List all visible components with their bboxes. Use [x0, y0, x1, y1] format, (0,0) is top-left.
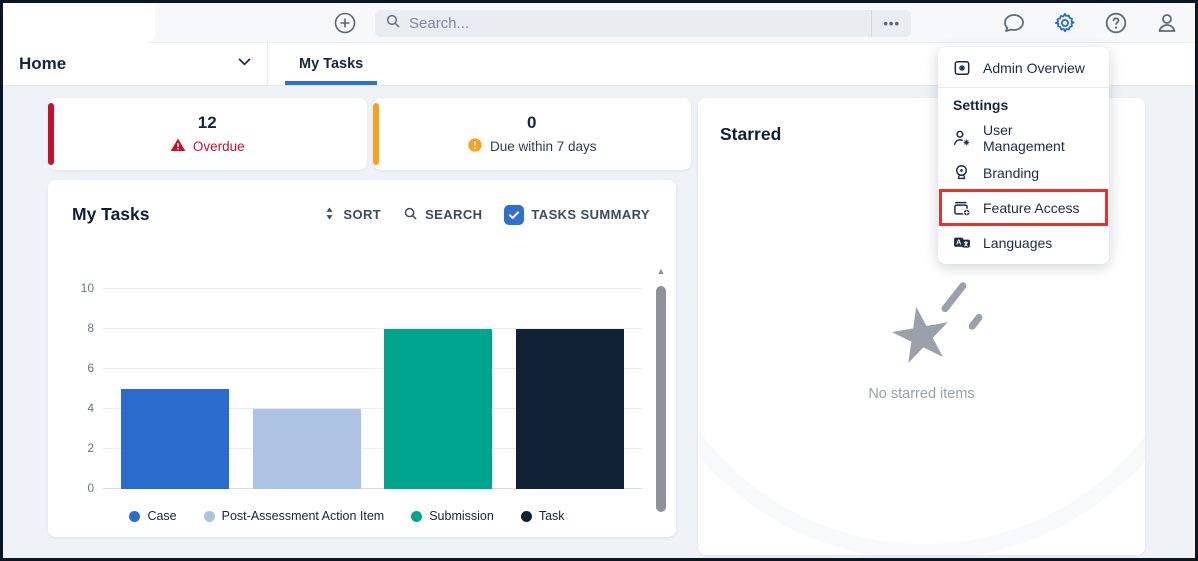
menu-item-branding[interactable]: Branding [938, 155, 1109, 190]
y-tick-label: 0 [87, 481, 94, 495]
tasks-summary-label: TASKS SUMMARY [531, 207, 650, 222]
due-soon-card[interactable]: 0 Due within 7 days [372, 98, 691, 170]
menu-item-label: Admin Overview [983, 59, 1085, 76]
plus-circle-icon [333, 12, 357, 39]
app-window: ••• [0, 0, 1198, 561]
legend-item: Case [129, 509, 177, 523]
home-dropdown[interactable]: Home [3, 43, 267, 85]
tasks-summary-toggle[interactable]: TASKS SUMMARY [504, 204, 650, 225]
nav-divider [267, 43, 268, 85]
y-tick-label: 10 [80, 281, 94, 295]
search-bar[interactable]: ••• [375, 10, 911, 37]
chart-y-axis: 0 2 4 6 8 10 [60, 281, 94, 495]
user-account-icon[interactable] [1155, 11, 1179, 35]
shooting-star-icon: ★ [882, 280, 985, 381]
scroll-up-arrow[interactable]: ▲ [655, 266, 667, 276]
top-bar: ••• [3, 3, 1195, 43]
search-icon [385, 13, 401, 34]
starred-empty-state: ★ No starred items [698, 280, 1145, 402]
tab-label: My Tasks [299, 56, 364, 72]
help-icon[interactable] [1104, 11, 1128, 35]
menu-item-label: User Management [983, 121, 1065, 154]
menu-item-feature-access[interactable]: Feature Access [938, 189, 1109, 226]
tasks-panel-title: My Tasks [72, 204, 150, 224]
settings-menu: Admin Overview Settings User Management [938, 47, 1109, 264]
add-button[interactable] [333, 11, 357, 35]
summary-cards-row: 12 Overdue 0 Due within 7 days [48, 98, 691, 170]
admin-folder-gear-icon [952, 58, 972, 78]
y-tick-label: 8 [87, 321, 94, 335]
settings-gear-icon[interactable] [1053, 11, 1077, 35]
menu-item-label: Languages [983, 234, 1053, 251]
chat-icon[interactable] [1002, 11, 1026, 35]
search-label: SEARCH [425, 207, 483, 222]
chart-bar-post-assessment-action-item [252, 409, 361, 489]
legend-item: Task [520, 509, 565, 523]
chart-bar-submission [384, 329, 493, 489]
search-input[interactable] [401, 15, 872, 32]
translate-icon: A [952, 233, 972, 253]
svg-text:A: A [956, 237, 962, 246]
legend-item: Post-Assessment Action Item [203, 509, 384, 523]
user-gear-icon [952, 128, 972, 148]
due-soon-label: Due within 7 days [489, 138, 597, 154]
menu-item-user-management[interactable]: User Management [938, 120, 1109, 155]
legend-dot [520, 510, 532, 522]
search-tasks-button[interactable]: SEARCH [403, 206, 482, 224]
chevron-down-icon [236, 53, 253, 75]
tasks-summary-checkbox[interactable] [504, 204, 525, 225]
y-tick-label: 6 [87, 361, 94, 375]
warning-triangle-icon [170, 137, 186, 156]
chart-legend: Case Post-Assessment Action Item Submissio… [48, 509, 646, 523]
legend-item: Submission [411, 509, 494, 523]
search-icon [403, 206, 418, 224]
logo-area [3, 3, 155, 43]
warning-circle-icon [467, 137, 483, 156]
y-tick-label: 4 [87, 401, 94, 415]
menu-section-settings: Settings [953, 97, 1009, 113]
sort-icon [323, 206, 336, 224]
sort-button[interactable]: SORT [323, 206, 381, 224]
chart-bar-task [515, 329, 624, 489]
home-label: Home [19, 54, 67, 73]
top-icon-group [1002, 11, 1179, 35]
menu-divider [938, 87, 1109, 88]
legend-dot [411, 510, 423, 522]
menu-item-label: Branding [983, 164, 1040, 181]
tab-my-tasks[interactable]: My Tasks [285, 43, 378, 85]
y-tick-label: 2 [87, 441, 94, 455]
my-tasks-panel: My Tasks SORT SEARCH TASKS SUMMARY 0 2 4… [48, 180, 676, 537]
menu-item-languages[interactable]: A Languages [938, 225, 1109, 260]
active-tab-underline [285, 81, 378, 85]
menu-item-label: Feature Access [983, 199, 1080, 216]
menu-item-admin-overview[interactable]: Admin Overview [938, 50, 1109, 85]
chart-plot [103, 288, 642, 489]
search-more-button[interactable]: ••• [871, 10, 911, 37]
overdue-count: 12 [197, 112, 217, 132]
badge-icon [952, 163, 972, 183]
overdue-label: Overdue [192, 138, 245, 154]
due-soon-count: 0 [527, 112, 537, 132]
legend-dot [203, 510, 215, 522]
legend-dot [129, 510, 141, 522]
scrollbar-thumb[interactable] [656, 286, 666, 512]
feature-box-plus-icon [952, 198, 972, 218]
starred-empty-text: No starred items [868, 386, 975, 402]
chart-bar-case [121, 389, 229, 489]
overdue-card[interactable]: 12 Overdue [48, 98, 367, 170]
sort-label: SORT [343, 207, 382, 222]
chart-scrollbar[interactable]: ▲ [655, 266, 667, 516]
